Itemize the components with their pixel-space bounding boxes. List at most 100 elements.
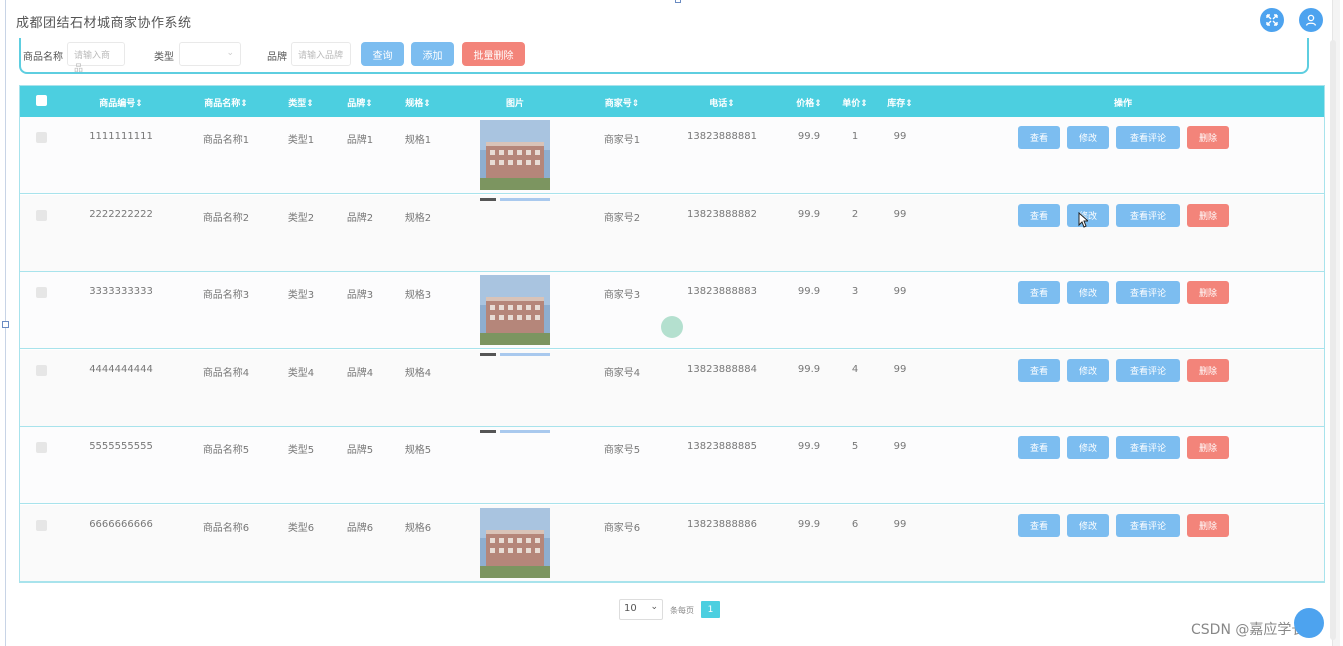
edit-button[interactable]: 修改 bbox=[1067, 514, 1109, 537]
table-row: 1111111111 商品名称1 类型1 品牌1 规格1 商家号1 13823888881 9… bbox=[20, 117, 1324, 194]
delete-button[interactable]: 删除 bbox=[1187, 436, 1229, 460]
brand-input[interactable]: 请输入品牌 bbox=[291, 42, 351, 66]
view-reviews-button[interactable]: 查看评论 bbox=[1116, 358, 1180, 382]
col-stock[interactable]: 库存⇕ bbox=[887, 96, 913, 109]
product-name-label: 商品名称 bbox=[23, 52, 63, 63]
view-button[interactable]: 查看 bbox=[1018, 514, 1060, 537]
view-reviews-button[interactable]: 查看评论 bbox=[1116, 203, 1180, 227]
view-button[interactable]: 查看 bbox=[1018, 358, 1060, 382]
chevron-down-icon: ⌄ bbox=[226, 48, 234, 58]
row-checkbox[interactable] bbox=[36, 287, 47, 299]
cell-type: 类型5 bbox=[287, 445, 315, 457]
view-button[interactable]: 查看 bbox=[1018, 436, 1060, 460]
cell-phone: 13823888886 bbox=[687, 519, 757, 530]
scrollbar-thumb[interactable] bbox=[1330, 40, 1336, 640]
page-size-select[interactable]: 10 ⌄ bbox=[619, 599, 663, 620]
add-button[interactable]: 添加 bbox=[411, 42, 454, 66]
view-reviews-button[interactable]: 查看评论 bbox=[1116, 281, 1180, 305]
page-title: 成都团结石材城商家协作系统 bbox=[16, 16, 192, 31]
row-checkbox[interactable] bbox=[36, 520, 47, 531]
delete-button[interactable]: 删除 bbox=[1187, 281, 1229, 305]
cell-merchant: 商家号3 bbox=[603, 290, 641, 302]
col-actions: 操作 bbox=[1113, 99, 1133, 109]
col-merchant[interactable]: 商家号⇕ bbox=[605, 96, 640, 109]
cell-spec: 规格5 bbox=[404, 445, 432, 457]
cell-stock: 99 bbox=[893, 208, 907, 220]
col-code[interactable]: 商品编号⇕ bbox=[99, 96, 143, 109]
cell-merchant: 商家号1 bbox=[603, 135, 641, 146]
view-button[interactable]: 查看 bbox=[1018, 281, 1060, 305]
select-all-checkbox[interactable] bbox=[36, 95, 47, 106]
row-checkbox[interactable] bbox=[36, 442, 47, 454]
cell-phone: 13823888884 bbox=[687, 363, 757, 375]
batch-delete-button[interactable]: 批量删除 bbox=[462, 42, 525, 66]
edit-button[interactable]: 修改 bbox=[1067, 203, 1109, 227]
col-unit[interactable]: 单价⇕ bbox=[842, 96, 868, 109]
edit-button[interactable]: 修改 bbox=[1067, 281, 1109, 305]
col-brand[interactable]: 品牌⇕ bbox=[347, 96, 373, 109]
cell-code: 6666666666 bbox=[89, 519, 153, 530]
cell-type: 类型1 bbox=[287, 135, 315, 146]
cell-name: 商品名称1 bbox=[202, 135, 250, 146]
delete-button[interactable]: 删除 bbox=[1187, 126, 1229, 149]
edit-button[interactable]: 修改 bbox=[1067, 126, 1109, 149]
row-checkbox[interactable] bbox=[36, 132, 47, 143]
view-button[interactable]: 查看 bbox=[1018, 203, 1060, 227]
click-indicator bbox=[661, 316, 683, 338]
cell-unit: 4 bbox=[851, 363, 859, 375]
col-type[interactable]: 类型⇕ bbox=[288, 96, 314, 109]
row-checkbox[interactable] bbox=[36, 364, 47, 376]
cell-type: 类型2 bbox=[287, 212, 315, 224]
product-image[interactable] bbox=[480, 275, 550, 346]
product-image[interactable] bbox=[480, 508, 550, 578]
edit-button[interactable]: 修改 bbox=[1067, 436, 1109, 460]
product-image-broken[interactable] bbox=[480, 197, 550, 202]
type-label: 类型 bbox=[154, 52, 174, 63]
expand-icon[interactable] bbox=[1260, 8, 1284, 32]
col-phone[interactable]: 电话⇕ bbox=[709, 96, 735, 109]
cell-unit: 1 bbox=[851, 131, 859, 142]
cell-name: 商品名称3 bbox=[202, 290, 250, 302]
col-price[interactable]: 价格⇕ bbox=[796, 96, 822, 109]
cell-price: 99.9 bbox=[797, 441, 821, 453]
page-number-current[interactable]: 1 bbox=[701, 601, 720, 618]
page-header: 成都团结石材城商家协作系统 bbox=[6, 0, 1331, 40]
delete-button[interactable]: 删除 bbox=[1187, 203, 1229, 227]
type-select[interactable]: ⌄ bbox=[179, 42, 241, 66]
edit-button[interactable]: 修改 bbox=[1067, 358, 1109, 382]
cell-phone: 13823888882 bbox=[687, 208, 757, 220]
col-spec[interactable]: 规格⇕ bbox=[405, 96, 431, 109]
product-image-broken[interactable] bbox=[480, 430, 550, 434]
delete-button[interactable]: 删除 bbox=[1187, 514, 1229, 537]
row-checkbox[interactable] bbox=[36, 209, 47, 221]
cell-stock: 99 bbox=[893, 131, 907, 142]
resize-handle-left[interactable] bbox=[2, 321, 9, 328]
page-size-value: 10 bbox=[624, 603, 637, 614]
cell-code: 4444444444 bbox=[89, 363, 153, 375]
product-image[interactable] bbox=[480, 120, 550, 190]
cell-price: 99.9 bbox=[797, 363, 821, 375]
vertical-scrollbar[interactable] bbox=[1330, 0, 1340, 646]
cell-brand: 品牌1 bbox=[346, 135, 374, 146]
view-reviews-button[interactable]: 查看评论 bbox=[1116, 126, 1180, 149]
app-window: 成都团结石材城商家协作系统 商品名称 请输入商品 类型 ⌄ 品牌 请输入品牌 查… bbox=[0, 0, 1343, 646]
delete-button[interactable]: 删除 bbox=[1187, 358, 1229, 382]
floating-action-button[interactable] bbox=[1294, 608, 1324, 638]
query-button[interactable]: 查询 bbox=[361, 42, 404, 66]
table-row: 2222222222 商品名称2 类型2 品牌2 规格2 商家号2 13823888882 9… bbox=[20, 194, 1324, 272]
col-name[interactable]: 商品名称⇕ bbox=[204, 96, 248, 109]
view-reviews-button[interactable]: 查看评论 bbox=[1116, 436, 1180, 460]
cell-spec: 规格6 bbox=[404, 523, 432, 534]
chevron-down-icon: ⌄ bbox=[650, 602, 658, 612]
cell-brand: 品牌3 bbox=[346, 290, 374, 302]
cell-stock: 99 bbox=[893, 519, 907, 530]
product-image-broken[interactable] bbox=[480, 352, 550, 357]
user-icon[interactable] bbox=[1299, 8, 1323, 32]
view-reviews-button[interactable]: 查看评论 bbox=[1116, 514, 1180, 537]
cell-code: 5555555555 bbox=[89, 441, 153, 453]
cell-phone: 13823888881 bbox=[687, 131, 757, 142]
cell-merchant: 商家号2 bbox=[603, 212, 641, 224]
cell-spec: 规格3 bbox=[404, 290, 432, 302]
product-name-input[interactable]: 请输入商品 bbox=[67, 42, 125, 74]
view-button[interactable]: 查看 bbox=[1018, 126, 1060, 149]
